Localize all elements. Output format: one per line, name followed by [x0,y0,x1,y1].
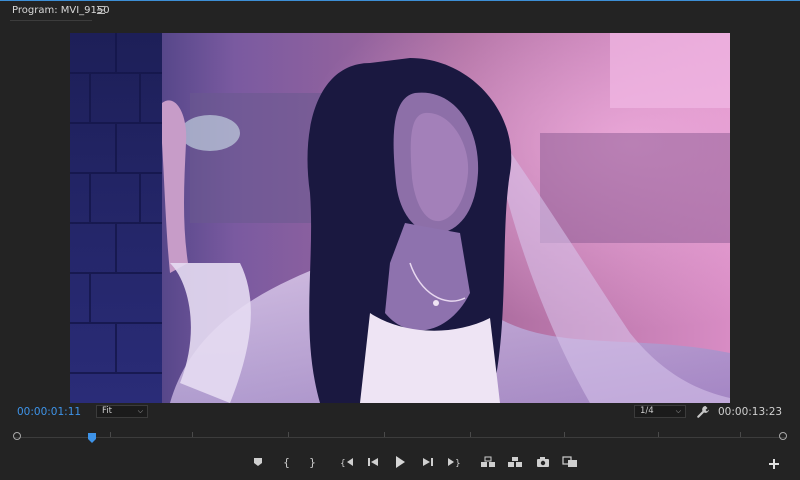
mark-in-icon[interactable]: { [278,455,294,469]
plus-icon[interactable] [768,455,780,469]
svg-text:{: { [283,456,290,468]
ruler-tick [740,432,741,437]
hamburger-menu-icon[interactable]: ☰ [96,4,106,17]
svg-text:}: } [309,456,316,468]
play-icon[interactable] [392,455,408,469]
time-ruler[interactable] [13,428,787,446]
ruler-tick [564,432,565,437]
step-forward-icon[interactable] [420,455,436,469]
comparison-view-icon[interactable] [562,455,578,469]
add-marker-icon[interactable] [250,455,266,469]
export-frame-icon[interactable] [535,455,551,469]
ruler-tick [192,432,193,437]
transport-controls: { } { } [0,452,800,472]
chevron-down-icon: ⌵ [675,407,681,415]
ruler-line [14,437,786,438]
svg-text:}: } [455,459,461,467]
video-viewer[interactable] [70,33,730,403]
ruler-tick [470,432,471,437]
go-to-in-icon[interactable]: { [339,455,355,469]
ruler-end-handle[interactable] [779,432,787,440]
playback-resolution-dropdown[interactable]: 1/4 ⌵ [634,405,686,418]
program-monitor-panel: Program: MVI_9150 ☰ 00:00:01:11 Fit ⌵ 1/… [0,0,800,480]
duration-timecode: 00:00:13:23 [718,406,783,418]
lift-icon[interactable] [480,455,496,469]
ruler-tick [658,432,659,437]
ruler-tick [288,432,289,437]
zoom-level-dropdown[interactable]: Fit ⌵ [96,405,148,418]
panel-header: Program: MVI_9150 ☰ [0,0,800,22]
panel-title[interactable]: Program: MVI_9150 [12,5,110,16]
extract-icon[interactable] [507,455,523,469]
current-timecode[interactable]: 00:00:01:11 [17,406,81,418]
zoom-level-value: Fit [102,406,112,416]
chevron-down-icon: ⌵ [137,407,143,415]
video-frame [70,33,730,403]
ruler-start-handle[interactable] [13,432,21,440]
wrench-icon[interactable] [696,404,710,418]
svg-text:{: { [340,459,346,467]
mark-out-icon[interactable]: } [304,455,320,469]
tab-underline [10,20,92,21]
step-back-icon[interactable] [365,455,381,469]
playback-resolution-value: 1/4 [640,406,654,416]
ruler-tick [110,432,111,437]
playhead[interactable] [88,428,96,443]
go-to-out-icon[interactable]: } [446,455,462,469]
ruler-tick [384,432,385,437]
